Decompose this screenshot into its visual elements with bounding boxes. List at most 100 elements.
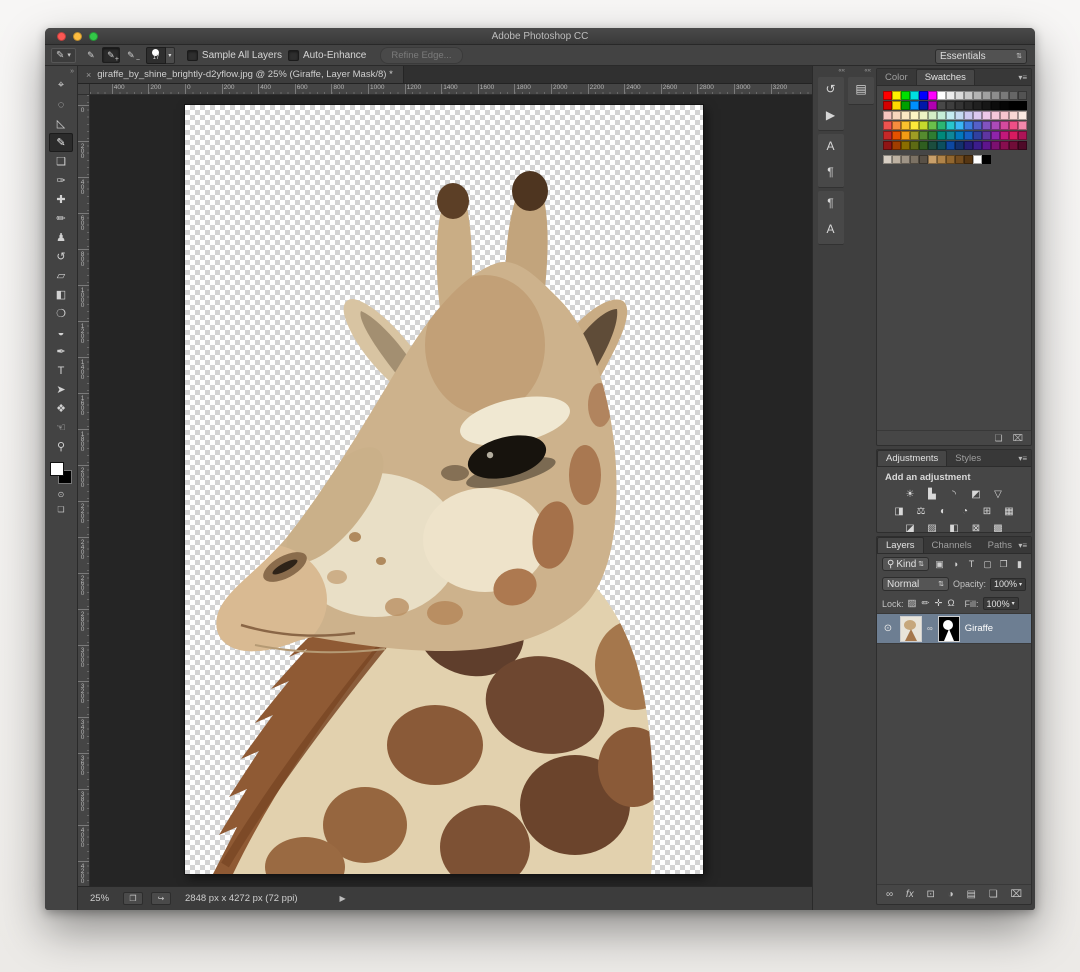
color-swatch[interactable] (1009, 141, 1018, 150)
color-swatch[interactable] (892, 111, 901, 120)
eraser-tool[interactable]: ▱ (49, 266, 73, 285)
layer-visibility-eye-icon[interactable]: ⊙ (881, 623, 895, 634)
lock-all-icon[interactable]: Ω (947, 598, 954, 609)
color-swatch[interactable] (937, 91, 946, 100)
opacity-field[interactable]: 100% ▾ (990, 578, 1026, 591)
type-tool[interactable]: T (49, 361, 73, 380)
color-swatch[interactable] (955, 111, 964, 120)
chevron-down-icon[interactable]: ▾ (166, 47, 175, 64)
color-swatch[interactable] (892, 131, 901, 140)
channel-mixer-icon[interactable]: ⊞ (980, 505, 995, 518)
selective-color-icon[interactable]: ⊠ (969, 522, 984, 533)
new-group-icon[interactable]: ▤ (966, 889, 975, 900)
quick-selection-tool[interactable]: ✎ (49, 133, 73, 152)
path-selection-tool[interactable]: ➤ (49, 380, 73, 399)
new-layer-icon[interactable]: ❏ (989, 889, 998, 900)
color-swatch[interactable] (964, 131, 973, 140)
status-expander-icon[interactable]: ▶ (340, 894, 346, 903)
color-swatch[interactable] (973, 121, 982, 130)
layers-tab-paths[interactable]: Paths (980, 538, 1020, 553)
color-swatch[interactable] (1018, 111, 1027, 120)
color-swatch[interactable] (892, 155, 901, 164)
color-swatch[interactable] (1018, 131, 1027, 140)
layer-thumbnail[interactable] (900, 616, 922, 642)
close-window-button[interactable] (57, 32, 66, 41)
foreground-background-colors[interactable] (50, 462, 72, 484)
filter-smart-objects-icon[interactable]: ❐ (997, 559, 1010, 570)
color-swatch[interactable] (883, 131, 892, 140)
color-swatch[interactable] (946, 111, 955, 120)
dodge-tool[interactable]: ◒ (49, 323, 73, 342)
delete-layer-icon[interactable]: ⌧ (1010, 889, 1022, 900)
spot-healing-brush-tool[interactable]: ✚ (49, 190, 73, 209)
layer-name[interactable]: Giraffe (965, 623, 993, 634)
color-swatch[interactable] (901, 141, 910, 150)
color-swatch[interactable] (883, 141, 892, 150)
title-bar[interactable]: Adobe Photoshop CC (45, 28, 1035, 45)
doc-profile-icon[interactable]: ❐ (123, 892, 143, 905)
zoom-level[interactable]: 25% (90, 893, 109, 904)
document-tab[interactable]: × giraffe_by_shine_brightly-d2yflow.jpg … (78, 66, 404, 83)
color-swatch[interactable] (973, 155, 982, 164)
color-swatch[interactable] (1000, 131, 1009, 140)
canvas-pasteboard[interactable] (90, 95, 812, 886)
color-swatch[interactable] (892, 121, 901, 130)
zoom-window-button[interactable] (89, 32, 98, 41)
custom-shape-tool[interactable]: ❖ (49, 399, 73, 418)
expand-tools-icon[interactable]: » (70, 68, 77, 76)
layer-style-icon[interactable]: fx (906, 889, 914, 900)
color-swatch[interactable] (991, 141, 1000, 150)
color-swatch[interactable] (1000, 141, 1009, 150)
color-swatch[interactable] (964, 91, 973, 100)
paragraph-panel-icon[interactable]: ¶ (818, 160, 844, 184)
vertical-ruler[interactable]: 0200400600800100012001400160018002000220… (78, 95, 90, 886)
color-swatch[interactable] (982, 141, 991, 150)
color-swatch[interactable] (937, 121, 946, 130)
share-icon[interactable]: ↪ (151, 892, 171, 905)
hand-tool[interactable]: ☜ (49, 418, 73, 437)
color-swatch[interactable] (892, 141, 901, 150)
color-swatch[interactable] (973, 91, 982, 100)
color-swatch[interactable] (883, 111, 892, 120)
color-swatch[interactable] (919, 131, 928, 140)
color-swatch[interactable] (892, 101, 901, 110)
color-swatch[interactable] (964, 111, 973, 120)
color-swatch[interactable] (1000, 101, 1009, 110)
color-swatch[interactable] (928, 111, 937, 120)
posterize-icon[interactable]: ▨ (925, 522, 940, 533)
tool-preset-picker[interactable]: ✎ ▾ (51, 48, 76, 63)
black-white-icon[interactable]: ◐ (936, 505, 951, 518)
color-swatch[interactable] (1018, 141, 1027, 150)
character-styles-panel-icon[interactable]: A (818, 217, 844, 241)
actions-panel-icon[interactable]: ▶ (818, 103, 844, 127)
add-to-selection-mode[interactable]: ✎+ (102, 47, 120, 63)
color-swatch[interactable] (955, 91, 964, 100)
fill-field[interactable]: 100% ▾ (983, 597, 1019, 610)
history-brush-tool[interactable]: ↺ (49, 247, 73, 266)
brush-tool[interactable]: ✏ (49, 209, 73, 228)
color-swatch[interactable] (883, 121, 892, 130)
color-swatch[interactable] (1018, 91, 1027, 100)
collapse-dock-icon[interactable]: «« (864, 68, 874, 74)
lasso-tool[interactable]: ◺ (49, 114, 73, 133)
color-swatch[interactable] (964, 101, 973, 110)
new-selection-mode[interactable]: ✎ (82, 47, 100, 63)
color-swatch[interactable] (910, 131, 919, 140)
color-swatch[interactable] (928, 101, 937, 110)
filter-shape-layers-icon[interactable]: ▢ (981, 559, 994, 570)
workspace-switcher[interactable]: Essentials ⇅ (935, 49, 1027, 64)
quick-mask-mode-icon[interactable]: ⊙ (58, 490, 65, 499)
color-swatch[interactable] (910, 155, 919, 164)
eyedropper-tool[interactable]: ✑ (49, 171, 73, 190)
swatches-tab-color[interactable]: Color (877, 70, 916, 85)
color-swatch[interactable] (883, 101, 892, 110)
color-swatch[interactable] (901, 121, 910, 130)
color-swatch[interactable] (946, 141, 955, 150)
color-swatch[interactable] (946, 121, 955, 130)
exposure-icon[interactable]: ◩ (969, 488, 984, 501)
color-swatch[interactable] (946, 101, 955, 110)
color-swatch[interactable] (928, 91, 937, 100)
color-swatch[interactable] (1009, 111, 1018, 120)
color-swatch[interactable] (982, 121, 991, 130)
color-lookup-icon[interactable]: ▦ (1002, 505, 1017, 518)
